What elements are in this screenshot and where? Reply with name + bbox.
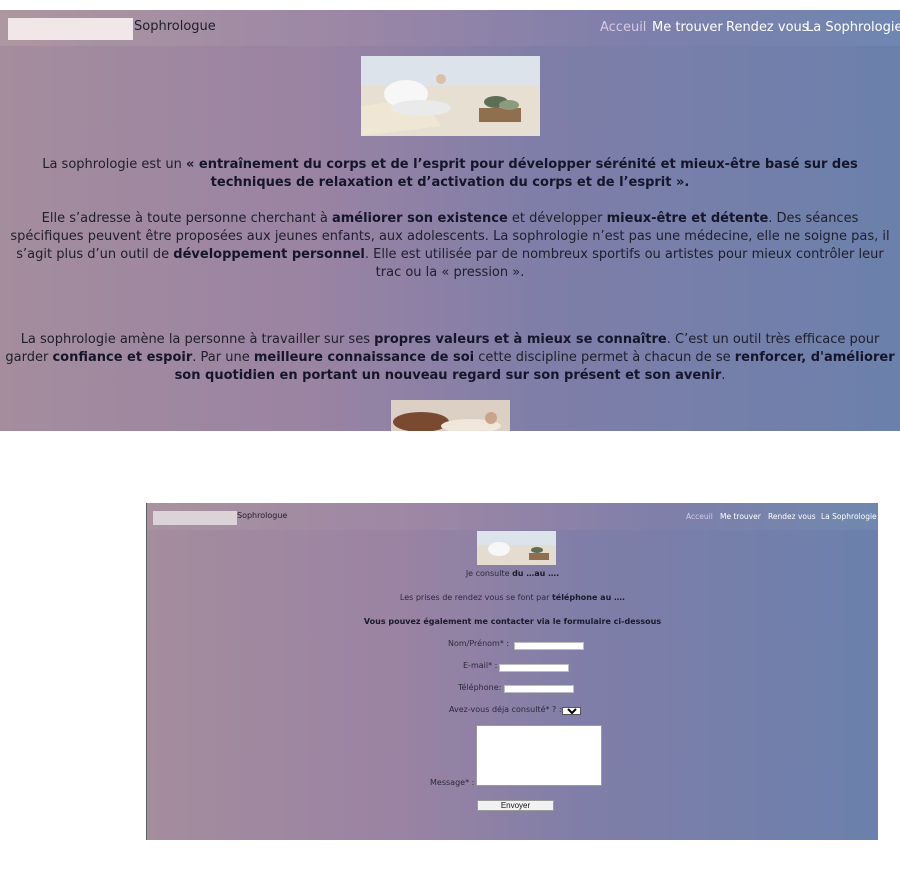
email-label: E-mail* : <box>463 661 498 670</box>
top-navbar-small: Sophrologue Acceuil Me trouver Rendez vo… <box>147 503 878 530</box>
nav-item-rendez-vous[interactable]: Rendez vous <box>726 20 809 35</box>
phone-input[interactable] <box>504 685 574 693</box>
email-input[interactable] <box>499 664 569 672</box>
meditation-photo <box>361 56 540 136</box>
nav-item-accueil[interactable]: Acceuil <box>600 20 646 35</box>
consulted-select[interactable]: Non <box>562 707 581 715</box>
nav-item-me-trouver-small[interactable]: Me trouver <box>720 512 761 521</box>
page-screenshot-contact: Sophrologue Acceuil Me trouver Rendez vo… <box>146 503 878 840</box>
message-label: Message* : <box>430 778 475 787</box>
massage-photo <box>391 400 510 431</box>
send-button[interactable]: Envoyer <box>477 800 554 811</box>
nav-item-la-sophrologie-small[interactable]: La Sophrologie <box>821 512 877 521</box>
nav-item-me-trouver[interactable]: Me trouver <box>652 20 723 35</box>
logo-small[interactable] <box>153 511 237 525</box>
opening-hours-text: Je consulte du …au …. <box>465 569 560 578</box>
nav-item-la-sophrologie[interactable]: La Sophrologie <box>806 20 900 35</box>
nav-item-rendez-vous-small[interactable]: Rendez vous <box>768 512 816 521</box>
meditation-photo-small <box>477 531 556 565</box>
top-navbar: Sophrologue Acceuil Me trouver Rendez vo… <box>0 10 900 46</box>
consulted-label: Avez-vous déja consulté* ? : <box>449 705 562 714</box>
phone-label: Téléphone: <box>458 683 502 692</box>
contact-heading: Vous pouvez également me contacter via l… <box>363 617 662 626</box>
logo[interactable] <box>8 18 133 40</box>
name-label: Nom/Prénom* : <box>448 639 510 648</box>
intro-paragraph: La sophrologie est un « entraînement du … <box>42 157 858 190</box>
message-textarea[interactable] <box>476 725 602 786</box>
name-input[interactable] <box>514 642 584 650</box>
brand-title: Sophrologue <box>134 19 216 34</box>
nav-item-accueil-small[interactable]: Acceuil <box>686 512 713 521</box>
benefits-paragraph: La sophrologie amène la personne à trava… <box>5 332 895 383</box>
appointment-text: Les prises de rendez vous se font par té… <box>399 593 626 602</box>
brand-title-small: Sophrologue <box>237 511 288 520</box>
audience-paragraph: Elle s’adresse à toute personne cherchan… <box>10 211 890 280</box>
page-screenshot-desktop: Sophrologue Acceuil Me trouver Rendez vo… <box>0 10 900 431</box>
